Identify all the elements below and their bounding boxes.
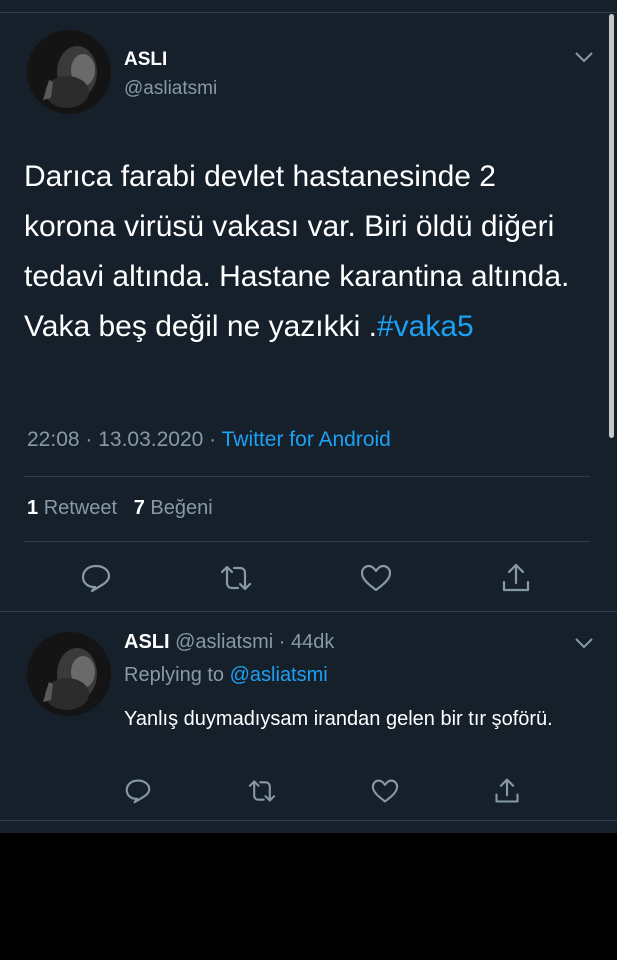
tweet-detail-screen: ASLI @asliatsmi Darıca farabi devlet has… xyxy=(0,0,617,833)
like-icon xyxy=(371,779,399,803)
like-label: Beğeni xyxy=(150,497,213,519)
author-name[interactable]: ASLI xyxy=(124,49,167,71)
tweet-meta: 22:08 · 13.03.2020 · Twitter for Android xyxy=(27,428,391,452)
replying-label: Replying to xyxy=(124,664,225,686)
tweet-body: Darıca farabi devlet hastanesinde 2 koro… xyxy=(24,160,570,343)
chevron-down-icon[interactable] xyxy=(574,50,594,69)
share-icon xyxy=(502,563,530,592)
reply-handle-time[interactable]: @asliatsmi · 44dk xyxy=(175,631,334,653)
top-divider xyxy=(0,0,617,13)
divider xyxy=(24,541,590,542)
reply-author-name[interactable]: ASLI xyxy=(124,631,170,653)
reply-button[interactable] xyxy=(124,776,152,806)
retweet-stat[interactable]: 1 Retweet xyxy=(27,497,117,519)
retweet-button[interactable] xyxy=(244,776,280,806)
reply-header: ASLI @asliatsmi · 44dk xyxy=(124,631,334,654)
tweet-source[interactable]: Twitter for Android xyxy=(222,428,391,451)
reply-icon xyxy=(81,564,111,593)
author-handle[interactable]: @asliatsmi xyxy=(124,78,217,100)
divider xyxy=(0,611,617,612)
share-button[interactable] xyxy=(490,775,524,807)
replying-to: Replying to @asliatsmi xyxy=(124,664,328,687)
retweet-label: Retweet xyxy=(43,497,118,519)
share-button[interactable] xyxy=(496,560,536,596)
retweet-button[interactable] xyxy=(216,560,256,596)
avatar[interactable] xyxy=(27,30,111,114)
replying-to-link[interactable]: @asliatsmi xyxy=(230,664,328,686)
share-icon xyxy=(495,778,519,803)
like-count: 7 xyxy=(133,497,145,519)
tweet-stats: 1 Retweet 7 Beğeni xyxy=(27,497,213,520)
hashtag-link[interactable]: #vaka5 xyxy=(377,310,474,343)
like-button[interactable] xyxy=(356,560,396,596)
divider xyxy=(24,476,590,477)
tweet-text: Darıca farabi devlet hastanesinde 2 koro… xyxy=(24,152,589,352)
tweet-timestamp[interactable]: 22:08 · 13.03.2020 · xyxy=(27,428,216,451)
retweet-icon xyxy=(220,565,252,591)
like-button[interactable] xyxy=(368,776,402,806)
retweet-count: 1 xyxy=(27,497,39,519)
like-stat[interactable]: 7 Beğeni xyxy=(134,497,213,519)
chevron-down-icon[interactable] xyxy=(574,636,594,655)
divider xyxy=(0,820,617,821)
like-icon xyxy=(360,564,392,592)
retweet-icon xyxy=(248,780,276,802)
reply-button[interactable] xyxy=(76,560,116,596)
reply-icon xyxy=(125,779,151,804)
scrollbar[interactable] xyxy=(609,14,614,438)
reply-text: Yanlış duymadıysam irandan gelen bir tır… xyxy=(124,708,553,730)
reply-avatar[interactable] xyxy=(27,632,111,716)
